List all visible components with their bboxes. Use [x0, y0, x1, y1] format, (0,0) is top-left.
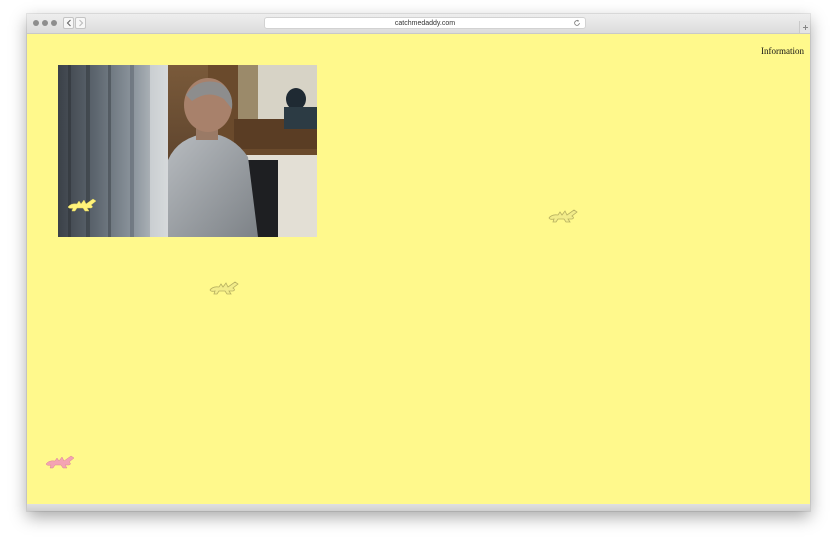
browser-toolbar: catchmedaddy.com [27, 14, 810, 34]
chevron-left-icon [66, 19, 71, 27]
back-button[interactable] [63, 17, 74, 29]
forward-button[interactable] [75, 17, 86, 29]
crocodile-icon [548, 209, 578, 223]
crocodile-icon [209, 281, 239, 295]
browser-bottom-bar [27, 504, 810, 511]
crocodile-icon [67, 198, 97, 212]
chevron-right-icon [78, 19, 83, 27]
minimize-window-button[interactable] [42, 20, 48, 26]
crocodile-icon [45, 455, 75, 469]
plus-icon [802, 24, 808, 30]
close-window-button[interactable] [33, 20, 39, 26]
page-viewport: Information [27, 34, 810, 504]
reload-icon[interactable] [573, 19, 581, 27]
information-link[interactable]: Information [761, 46, 804, 56]
browser-window: catchmedaddy.com Information [27, 14, 810, 511]
address-bar[interactable]: catchmedaddy.com [264, 17, 586, 29]
address-url: catchmedaddy.com [394, 19, 456, 27]
new-tab-button[interactable] [799, 21, 810, 33]
zoom-window-button[interactable] [51, 20, 57, 26]
